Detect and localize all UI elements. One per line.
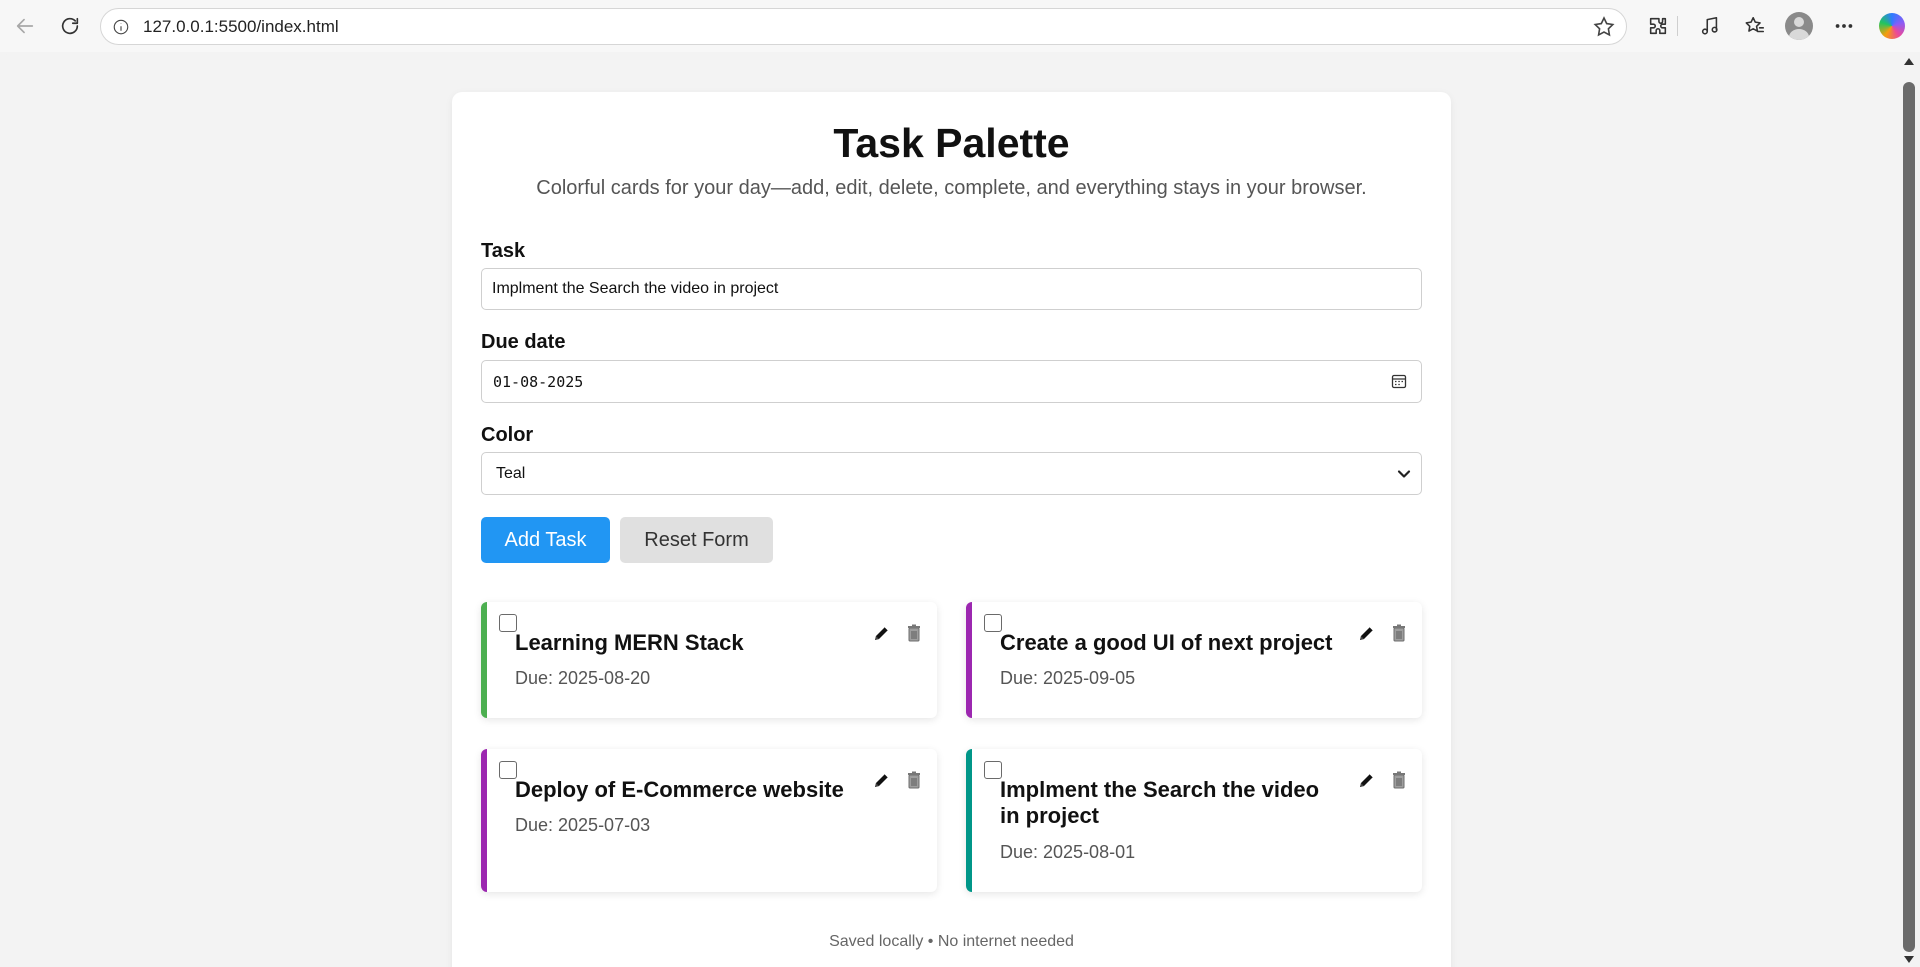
site-info-icon[interactable] [111, 17, 131, 37]
task-title: Implment the Search the video in project [1000, 777, 1320, 828]
back-icon[interactable] [7, 8, 43, 44]
color-select[interactable]: Teal [481, 452, 1422, 495]
browser-toolbar: 127.0.0.1:5500/index.html [0, 0, 1920, 52]
page-scrollbar[interactable] [1898, 52, 1920, 967]
task-title: Create a good UI of next project [1000, 630, 1333, 655]
address-url[interactable]: 127.0.0.1:5500/index.html [143, 17, 339, 37]
toolbar-separator [1677, 16, 1678, 36]
more-menu-icon[interactable] [1826, 8, 1862, 44]
favorite-star-icon[interactable] [1592, 15, 1616, 44]
media-control-icon[interactable] [1692, 8, 1728, 44]
task-label: Task [481, 240, 526, 262]
task-card: Learning MERN Stack Due: 2025-08-20 [481, 602, 937, 718]
footer-note: Saved locally • No internet needed [829, 933, 1074, 950]
page-title: Task Palette [833, 120, 1070, 166]
edit-pencil-icon[interactable] [871, 622, 893, 644]
reset-form-button[interactable]: Reset Form [620, 517, 773, 563]
task-field[interactable] [481, 268, 1422, 310]
due-date-value[interactable]: 01-08-2025 [482, 373, 583, 391]
task-card: Deploy of E-Commerce website Due: 2025-0… [481, 749, 937, 892]
edit-pencil-icon[interactable] [1356, 622, 1378, 644]
add-task-button[interactable]: Add Task [481, 517, 610, 563]
task-card: Implment the Search the video in project… [966, 749, 1422, 892]
color-label: Color [481, 424, 534, 446]
task-palette-app: Task Palette Colorful cards for your day… [452, 92, 1451, 967]
scrollbar-thumb[interactable] [1903, 82, 1915, 952]
task-due-date: Due: 2025-07-03 [515, 815, 651, 835]
favorites-icon[interactable] [1737, 8, 1773, 44]
edit-pencil-icon[interactable] [1356, 769, 1378, 791]
scroll-down-arrow-icon[interactable] [1904, 956, 1914, 963]
chevron-down-icon[interactable] [1397, 467, 1411, 486]
calendar-icon[interactable] [1391, 373, 1407, 389]
task-card: Create a good UI of next project Due: 20… [966, 602, 1422, 718]
extensions-icon[interactable] [1640, 8, 1676, 44]
scroll-up-arrow-icon[interactable] [1904, 58, 1914, 65]
copilot-icon[interactable] [1874, 8, 1910, 44]
task-title: Deploy of E-Commerce website [515, 777, 844, 802]
task-due-date: Due: 2025-08-01 [1000, 842, 1136, 862]
task-title: Learning MERN Stack [515, 630, 744, 655]
delete-trash-icon[interactable] [1388, 769, 1410, 791]
color-select-value[interactable]: Teal [482, 465, 525, 483]
reload-icon[interactable] [52, 8, 88, 44]
due-date-field[interactable]: 01-08-2025 [481, 360, 1422, 403]
delete-trash-icon[interactable] [903, 769, 925, 791]
task-due-date: Due: 2025-09-05 [1000, 668, 1136, 688]
delete-trash-icon[interactable] [1388, 622, 1410, 644]
delete-trash-icon[interactable] [903, 622, 925, 644]
profile-avatar[interactable] [1781, 8, 1817, 44]
address-bar[interactable]: 127.0.0.1:5500/index.html [100, 8, 1627, 45]
task-input[interactable] [482, 280, 1421, 298]
edit-pencil-icon[interactable] [871, 769, 893, 791]
due-date-label: Due date [481, 331, 566, 353]
page-subtitle: Colorful cards for your day—add, edit, d… [536, 177, 1367, 199]
task-due-date: Due: 2025-08-20 [515, 668, 651, 688]
